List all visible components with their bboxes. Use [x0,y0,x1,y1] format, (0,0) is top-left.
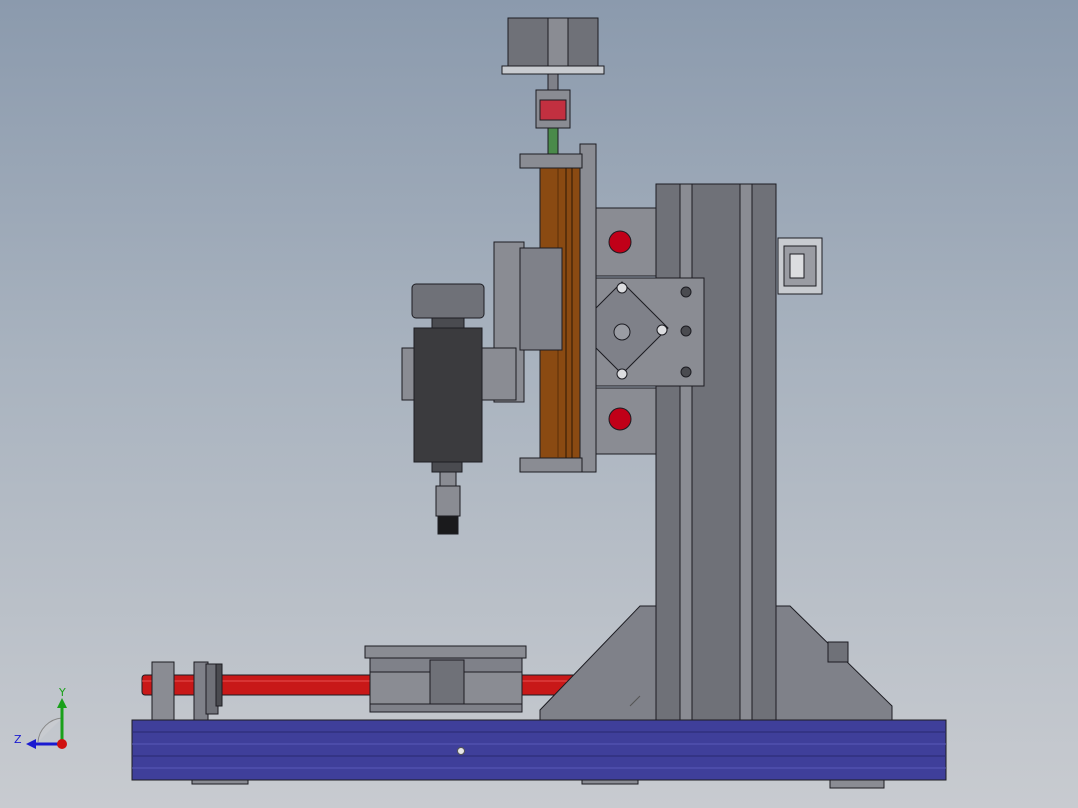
z-axis-label: Z [14,733,22,746]
triad-arc [37,717,63,743]
y-axis-arrowhead [57,698,67,708]
shaft-coupling [535,89,571,155]
axis-triad: Y Z [14,686,67,749]
y-axis-label: Y [58,686,66,699]
base-extrusion [131,719,947,789]
column-gusset-right [775,605,893,721]
cad-viewport[interactable]: Y Z [0,0,1078,808]
cnc-machine-model[interactable] [0,0,1078,808]
triad-origin [57,739,67,749]
spindle-motor [411,283,485,535]
vertical-column [655,183,777,721]
z-stepper-motor [501,17,605,91]
z-axis-arrowhead [26,739,36,749]
column-gusset-left [539,605,659,721]
x-axis-carriage [364,645,527,713]
side-clamp-bracket [777,237,823,295]
